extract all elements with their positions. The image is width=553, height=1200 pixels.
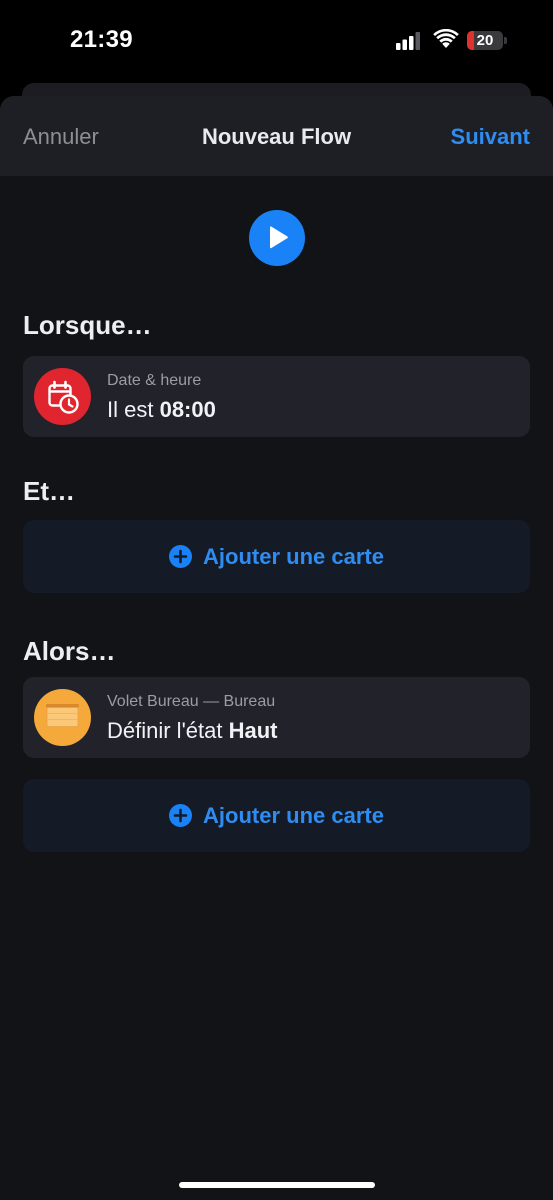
card-text-prefix: Définir l'état: [107, 718, 229, 743]
home-indicator[interactable]: [179, 1182, 375, 1188]
add-card-label: Ajouter une carte: [203, 543, 384, 569]
card-main-text: Définir l'état Haut: [107, 718, 277, 744]
signal-icon: [396, 32, 422, 50]
next-button[interactable]: Suivant: [451, 124, 530, 150]
status-bar: 21:39 20: [0, 0, 553, 80]
calendar-clock-icon: [34, 368, 91, 425]
play-icon: [270, 226, 288, 249]
card-text-value: 08:00: [159, 397, 216, 422]
add-action-card-button[interactable]: Ajouter une carte: [23, 779, 530, 852]
add-circle-icon: [169, 804, 193, 827]
add-card-label: Ajouter une carte: [203, 802, 384, 828]
battery-icon: 20: [467, 31, 503, 50]
battery-level: 20: [476, 32, 494, 49]
add-card-content: Ajouter une carte: [23, 779, 530, 852]
card-text-prefix: Il est: [107, 397, 160, 422]
add-condition-card-button[interactable]: Ajouter une carte: [23, 520, 530, 593]
card-subtitle: Volet Bureau — Bureau: [107, 693, 276, 710]
card-subtitle: Date & heure: [107, 372, 202, 389]
nav-bar: Annuler Nouveau Flow Suivant: [0, 96, 553, 176]
when-section-title: Lorsque…: [23, 310, 152, 340]
and-section-title: Et…: [23, 476, 75, 506]
test-flow-play-button[interactable]: [249, 210, 305, 266]
trigger-card-date-time[interactable]: Date & heure Il est 08:00: [23, 356, 530, 437]
new-flow-sheet: Annuler Nouveau Flow Suivant Lorsque… Da…: [0, 96, 553, 1200]
add-circle-icon: [169, 545, 193, 568]
status-time: 21:39: [70, 26, 133, 53]
wifi-icon: [433, 28, 459, 49]
blind-icon: [34, 689, 91, 746]
action-card-blind[interactable]: Volet Bureau — Bureau Définir l'état Hau…: [23, 677, 530, 758]
card-main-text: Il est 08:00: [107, 397, 216, 423]
battery-tip: [504, 37, 507, 44]
card-text-value: Haut: [228, 718, 278, 743]
then-section-title: Alors…: [23, 636, 116, 666]
add-card-content: Ajouter une carte: [23, 520, 530, 593]
